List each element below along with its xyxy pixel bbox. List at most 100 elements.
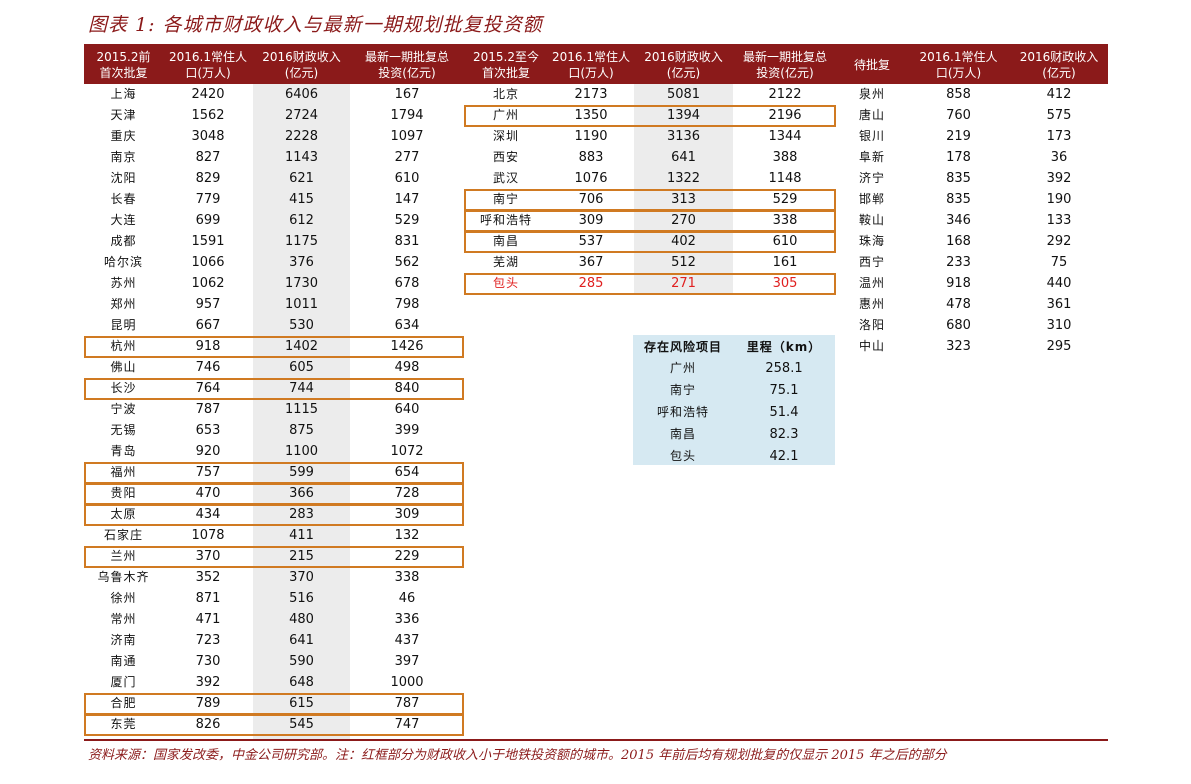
investment-cell: 831 [394, 234, 420, 249]
revenue-cell: 621 [289, 171, 314, 186]
city-cell: 西宁 [858, 255, 885, 269]
city-cell: 洛阳 [858, 318, 885, 332]
investment-cell: 1000 [390, 675, 424, 690]
city-cell: 银川 [858, 129, 885, 143]
header-cell-2: 2016财政收入 (亿元) [262, 50, 341, 80]
revenue-cell: 415 [289, 192, 314, 207]
investment-cell: 610 [394, 171, 420, 186]
investment-cell: 634 [394, 318, 420, 333]
population-cell: 2173 [574, 87, 608, 102]
population-cell: 1190 [574, 129, 608, 144]
revenue-cell: 75 [1050, 255, 1068, 270]
city-cell: 南京 [110, 150, 137, 164]
investment-cell: 388 [772, 150, 798, 165]
city-cell: 惠州 [858, 297, 885, 311]
highlight-box [84, 504, 464, 526]
city-cell: 郑州 [110, 297, 137, 311]
population-cell: 1076 [574, 171, 608, 186]
header-cell-1: 2016.1常住人 口(万人) [169, 50, 247, 80]
population-cell: 667 [195, 318, 221, 333]
revenue-cell: 392 [1046, 171, 1072, 186]
highlight-box [464, 231, 836, 253]
investment-cell: 167 [394, 87, 420, 102]
investment-cell: 338 [394, 570, 420, 585]
revenue-cell: 5081 [666, 87, 701, 102]
header-cell-3: 最新一期批复总 投资(亿元) [364, 50, 449, 80]
revenue-cell: 590 [289, 654, 314, 669]
revenue-cell: 440 [1046, 276, 1072, 291]
investment-cell: 161 [772, 255, 798, 270]
population-cell: 746 [195, 360, 221, 375]
city-cell: 石家庄 [103, 528, 143, 542]
city-cell: 重庆 [110, 129, 137, 143]
city-cell: 邯郸 [858, 192, 885, 206]
revenue-cell: 36 [1050, 150, 1068, 165]
population-cell: 730 [195, 654, 221, 669]
population-cell: 699 [195, 213, 221, 228]
population-cell: 1078 [191, 528, 225, 543]
city-cell: 长春 [110, 192, 137, 206]
header-cell-0: 2015.2前 首次批复 [96, 50, 151, 80]
revenue-cell: 641 [289, 633, 314, 648]
risk-km-cell: 75.1 [769, 383, 799, 398]
revenue-cell: 1175 [284, 234, 319, 249]
revenue-cell: 370 [289, 570, 314, 585]
investment-cell: 46 [398, 591, 416, 606]
city-cell: 常州 [110, 612, 137, 626]
population-cell: 2420 [191, 87, 225, 102]
highlight-box [464, 210, 836, 232]
population-cell: 323 [946, 339, 971, 354]
investment-cell: 1794 [390, 108, 424, 123]
investment-cell: 1148 [768, 171, 802, 186]
highlight-box [84, 714, 464, 736]
city-cell: 武汉 [492, 171, 519, 185]
header-cell-9: 2016.1常住人 口(万人) [919, 50, 998, 80]
revenue-cell: 292 [1046, 234, 1072, 249]
header-cell-5: 2016.1常住人 口(万人) [552, 50, 630, 80]
revenue-cell: 1011 [284, 297, 319, 312]
population-cell: 352 [195, 570, 221, 585]
city-cell: 大连 [110, 213, 137, 227]
header-cell-8: 待批复 [853, 58, 890, 72]
highlight-box [464, 273, 836, 295]
city-cell: 南通 [110, 654, 137, 668]
city-cell: 唐山 [858, 108, 885, 122]
population-cell: 957 [195, 297, 221, 312]
city-cell: 中山 [858, 339, 885, 353]
revenue-cell: 1730 [284, 276, 319, 291]
chart-title: 图表 1: 各城市财政收入与最新一期规划批复投资额 [88, 14, 543, 36]
population-cell: 871 [195, 591, 221, 606]
city-cell: 成都 [110, 234, 137, 248]
city-cell: 深圳 [492, 129, 519, 143]
city-cell: 泉州 [858, 87, 885, 101]
population-cell: 835 [946, 171, 971, 186]
population-cell: 723 [195, 633, 221, 648]
risk-km-cell: 51.4 [769, 405, 799, 420]
revenue-cell: 411 [289, 528, 314, 543]
city-cell: 佛山 [110, 360, 137, 374]
footnote: 资料来源：国家发改委，中金公司研究部。注：红框部分为财政收入小于地铁投资额的城市… [88, 748, 947, 763]
highlight-box [84, 483, 464, 505]
investment-cell: 147 [394, 192, 420, 207]
population-cell: 1562 [191, 108, 225, 123]
investment-cell: 1072 [390, 444, 424, 459]
revenue-cell: 480 [289, 612, 314, 627]
city-cell: 北京 [492, 87, 519, 101]
population-cell: 918 [946, 276, 971, 291]
city-cell: 济南 [110, 633, 137, 647]
revenue-cell: 2228 [284, 129, 319, 144]
population-cell: 168 [946, 234, 971, 249]
revenue-cell: 310 [1046, 318, 1072, 333]
revenue-cell: 173 [1046, 129, 1072, 144]
revenue-cell: 1115 [284, 402, 319, 417]
city-cell: 鞍山 [858, 213, 885, 227]
population-cell: 653 [195, 423, 221, 438]
population-cell: 920 [195, 444, 221, 459]
city-cell: 天津 [110, 108, 137, 122]
population-cell: 760 [946, 108, 971, 123]
header-cell-6: 2016财政收入 (亿元) [644, 50, 723, 80]
city-cell: 济宁 [858, 171, 885, 185]
population-cell: 827 [195, 150, 221, 165]
city-cell: 芜湖 [492, 255, 519, 269]
revenue-cell: 361 [1046, 297, 1072, 312]
